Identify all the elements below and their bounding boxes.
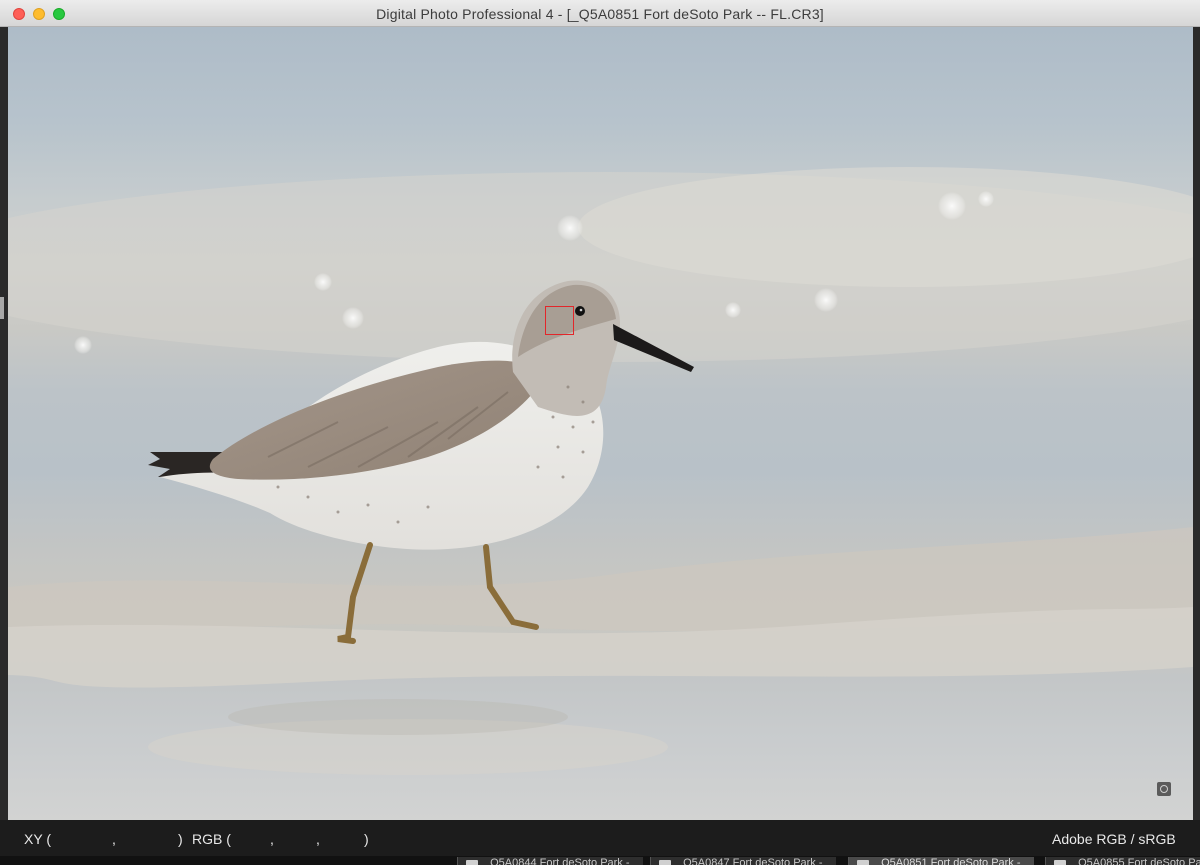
fit-to-window-icon[interactable] (1157, 782, 1171, 796)
xy-close: ) (178, 831, 183, 847)
xy-label: XY ( (24, 831, 51, 847)
image-viewer[interactable] (8, 27, 1193, 820)
filmstrip-item-active[interactable]: _Q5A0851 Fort deSoto Park - (848, 857, 1034, 865)
rgb-close: ) (364, 831, 369, 847)
filmstrip-item[interactable]: _Q5A0847 Fort deSoto Park - (650, 857, 836, 865)
rgb-separator-1: , (270, 831, 274, 847)
color-space-readout: Adobe RGB / sRGB (1052, 831, 1176, 847)
left-window-edge (0, 27, 8, 822)
status-bar: XY ( , ) RGB ( , , ) Adobe RGB / sRGB (0, 820, 1200, 856)
filmstrip: _Q5A0844 Fort deSoto Park - _Q5A0847 For… (0, 856, 1200, 865)
rgb-separator-2: , (316, 831, 320, 847)
xy-separator: , (112, 831, 116, 847)
filmstrip-item[interactable]: _Q5A0855 Fort deSoto Park - (1045, 857, 1200, 865)
photo-canvas (8, 167, 1193, 775)
window-title: Digital Photo Professional 4 - [_Q5A0851… (376, 6, 824, 22)
right-window-edge (1193, 27, 1200, 822)
af-point-frame (545, 306, 574, 335)
window-titlebar: Digital Photo Professional 4 - [_Q5A0851… (0, 0, 1200, 27)
filmstrip-item[interactable]: _Q5A0844 Fort deSoto Park - (457, 857, 643, 865)
left-edge-handle (0, 297, 4, 319)
rgb-label: RGB ( (192, 831, 231, 847)
